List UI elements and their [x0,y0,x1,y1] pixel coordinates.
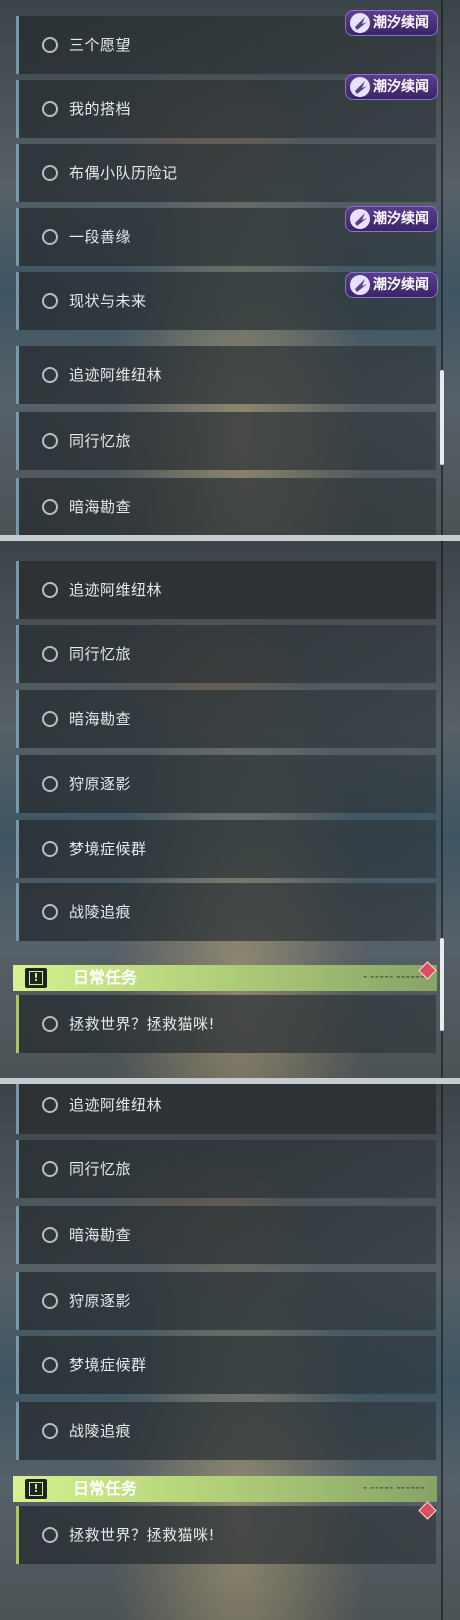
quest-item[interactable]: 同行忆旅 [16,625,436,683]
quest-status-ring-icon [42,37,58,53]
scrollbar-track[interactable] [441,1084,443,1620]
quest-item[interactable]: 追迹阿维纽林 [16,346,436,404]
quest-status-ring-icon [42,367,58,383]
quest-label: 狩原逐影 [69,1292,132,1310]
quest-status-ring-icon [42,101,58,117]
star-swoosh-icon [350,77,370,97]
badge-text: 潮汐续闻 [373,15,429,31]
quest-item[interactable]: 追迹阿维纽林 [16,561,436,619]
quest-label: 梦境症候群 [69,840,147,858]
quest-item[interactable]: 梦境症候群 [16,1336,436,1394]
daily-quest-item[interactable]: 拯救世界？拯救猫咪! [16,995,436,1053]
daily-quests-title: 日常任务 [73,1479,138,1498]
quest-status-ring-icon [42,165,58,181]
quest-list-panel-2[interactable]: 追迹阿维纽林 同行忆旅 暗海勘查 狩原逐影 梦境症候群 战陵追痕 ! 日常任务 … [0,541,460,1078]
quest-label: 追迹阿维纽林 [69,1096,163,1114]
quest-label: 拯救世界？拯救猫咪! [69,1015,216,1033]
quest-status-ring-icon [42,711,58,727]
quest-item[interactable]: 战陵追痕 [16,1402,436,1460]
quest-label: 同行忆旅 [69,1160,132,1178]
quest-status-ring-icon [42,1357,58,1373]
quest-item[interactable]: 狩原逐影 [16,1272,436,1330]
scrollbar-thumb[interactable] [440,370,444,465]
quest-item[interactable]: 布偶小队历险记 [16,144,436,202]
quest-item[interactable]: 暗海勘查 [16,1206,436,1264]
quest-label: 战陵追痕 [69,903,132,921]
quest-status-ring-icon [42,1293,58,1309]
quest-item[interactable]: 暗海勘查 [16,690,436,748]
quest-status-ring-icon [42,904,58,920]
tide-story-badge: 潮汐续闻 [345,206,438,232]
quest-label: 追迹阿维纽林 [69,581,163,599]
quest-status-ring-icon [42,841,58,857]
quest-item[interactable]: 梦境症候群 [16,820,436,878]
quest-label: 暗海勘查 [69,498,132,516]
quest-label: 追迹阿维纽林 [69,366,163,384]
quest-status-ring-icon [42,646,58,662]
daily-quests-header[interactable]: ! 日常任务 ▬ ▬▬▬▬▬ ▬▬▬▬▬▬ [13,965,437,991]
badge-text: 潮汐续闻 [373,277,429,293]
quest-label: 暗海勘查 [69,1226,132,1244]
quest-status-ring-icon [42,1016,58,1032]
scrollbar-thumb[interactable] [440,938,444,1031]
quest-label: 暗海勘查 [69,710,132,728]
badge-text: 潮汐续闻 [373,211,429,227]
quest-label: 一段善缘 [69,228,132,246]
star-swoosh-icon [350,13,370,33]
quest-item[interactable]: 战陵追痕 [16,883,436,941]
quest-status-ring-icon [42,433,58,449]
quest-status-ring-icon [42,1161,58,1177]
quest-item[interactable]: 狩原逐影 [16,755,436,813]
daily-quests-header[interactable]: ! 日常任务 ▬ ▬▬▬▬▬ ▬▬▬▬▬▬ [13,1476,437,1502]
quest-status-ring-icon [42,582,58,598]
quest-status-ring-icon [42,229,58,245]
exclamation-icon: ! [25,1479,47,1499]
quest-item[interactable]: 暗海勘查 [16,478,436,535]
quest-label: 现状与未来 [69,292,147,310]
quest-label: 同行忆旅 [69,645,132,663]
quest-status-ring-icon [42,1423,58,1439]
header-decoration: ▬ ▬▬▬▬▬ ▬▬▬▬▬▬ [363,974,425,979]
star-swoosh-icon [350,275,370,295]
quest-status-ring-icon [42,776,58,792]
quest-label: 狩原逐影 [69,775,132,793]
star-swoosh-icon [350,209,370,229]
quest-status-ring-icon [42,499,58,515]
quest-label: 梦境症候群 [69,1356,147,1374]
quest-label: 战陵追痕 [69,1422,132,1440]
daily-quests-title: 日常任务 [73,968,138,987]
quest-status-ring-icon [42,1527,58,1543]
quest-item[interactable]: 同行忆旅 [16,1140,436,1198]
daily-quest-item[interactable]: 拯救世界？拯救猫咪! [16,1506,436,1564]
header-decoration: ▬ ▬▬▬▬▬ ▬▬▬▬▬▬ [363,1485,425,1490]
quest-item[interactable]: 同行忆旅 [16,412,436,470]
exclamation-icon: ! [25,968,47,988]
quest-status-ring-icon [42,1097,58,1113]
quest-list-panel-3[interactable]: 追迹阿维纽林 同行忆旅 暗海勘查 狩原逐影 梦境症候群 战陵追痕 ! 日常任务 … [0,1084,460,1620]
quest-label: 三个愿望 [69,36,132,54]
quest-list-panel-1[interactable]: 三个愿望 潮汐续闻 我的搭档 潮汐续闻 布偶小队历险记 一段善缘 潮汐续闻 现状… [0,0,460,535]
quest-item[interactable]: 追迹阿维纽林 [16,1084,436,1134]
quest-label: 拯救世界？拯救猫咪! [69,1526,216,1544]
badge-text: 潮汐续闻 [373,79,429,95]
quest-label: 我的搭档 [69,100,132,118]
tide-story-badge: 潮汐续闻 [345,10,438,36]
quest-status-ring-icon [42,293,58,309]
tide-story-badge: 潮汐续闻 [345,272,438,298]
quest-label: 布偶小队历险记 [69,164,178,182]
quest-status-ring-icon [42,1227,58,1243]
tide-story-badge: 潮汐续闻 [345,74,438,100]
quest-label: 同行忆旅 [69,432,132,450]
quest-log-screenshot: 三个愿望 潮汐续闻 我的搭档 潮汐续闻 布偶小队历险记 一段善缘 潮汐续闻 现状… [0,0,460,1620]
